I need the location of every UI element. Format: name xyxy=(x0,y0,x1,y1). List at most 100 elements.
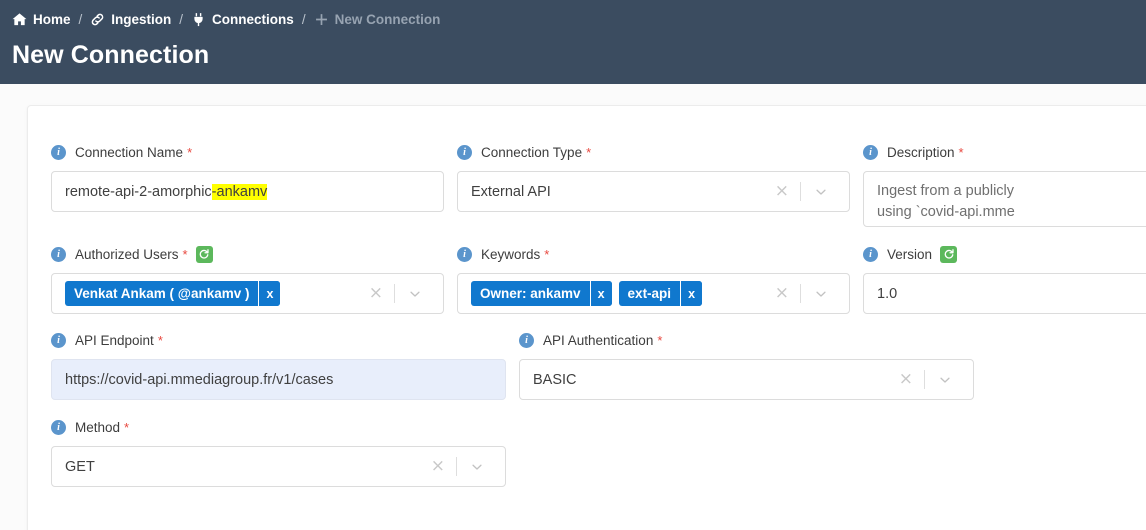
field-keywords: i Keywords * Owner: ankamv x ext-api x × xyxy=(457,245,850,314)
select-adornments: × xyxy=(764,182,849,201)
required-asterisk: * xyxy=(157,332,163,348)
chevron-down-icon[interactable] xyxy=(457,460,493,474)
clear-icon[interactable]: × xyxy=(888,371,924,388)
field-method: i Method * GET × xyxy=(51,418,506,487)
form-row-1: i Connection Name * remote-api-2-amorphi… xyxy=(28,143,1146,227)
connection-name-label-text: Connection Name xyxy=(75,144,184,160)
chevron-down-icon[interactable] xyxy=(801,287,837,301)
breadcrumb-item-connections-label: Connections xyxy=(212,11,294,27)
api-authentication-value: BASIC xyxy=(533,371,577,388)
breadcrumb: Home / Ingestion / Connections / New Con… xyxy=(0,6,1146,28)
new-connection-form-card: i Connection Name * remote-api-2-amorphi… xyxy=(27,105,1146,530)
version-label: i Version xyxy=(863,245,1146,263)
plug-icon xyxy=(191,12,206,27)
api-authentication-select[interactable]: BASIC × xyxy=(519,359,974,400)
breadcrumb-item-home-label: Home xyxy=(33,11,71,27)
chip[interactable]: Venkat Ankam ( @ankamv ) x xyxy=(65,281,281,306)
authorized-users-multiselect[interactable]: Venkat Ankam ( @ankamv ) x × xyxy=(51,273,444,314)
chevron-down-icon[interactable] xyxy=(395,287,431,301)
form-row-4: i Method * GET × xyxy=(28,418,1146,487)
info-icon[interactable]: i xyxy=(51,246,66,262)
info-icon[interactable]: i xyxy=(457,246,472,262)
api-endpoint-label-text: API Endpoint xyxy=(75,332,154,348)
app-header: Home / Ingestion / Connections / New Con… xyxy=(0,0,1146,84)
select-adornments: × xyxy=(764,284,849,303)
connection-name-value-highlighted: -ankamv xyxy=(211,183,268,200)
required-asterisk: * xyxy=(958,144,964,160)
field-api-authentication: i API Authentication * BASIC × xyxy=(519,331,974,400)
field-version: i Version 1.0 xyxy=(863,245,1146,314)
chip-remove-icon[interactable]: x xyxy=(680,281,703,306)
api-authentication-label-text: API Authentication xyxy=(543,332,654,348)
info-icon[interactable]: i xyxy=(519,332,534,348)
chip-label: Owner: ankamv xyxy=(480,286,581,301)
field-api-endpoint: i API Endpoint * https://covid-api.mmedi… xyxy=(51,331,506,400)
chip-label: Venkat Ankam ( @ankamv ) xyxy=(74,286,250,301)
select-adornments: × xyxy=(888,370,973,389)
connection-type-select[interactable]: External API × xyxy=(457,171,850,212)
clear-icon[interactable]: × xyxy=(358,285,394,302)
authorized-users-label: i Authorized Users * xyxy=(51,245,444,263)
keywords-label: i Keywords * xyxy=(457,245,850,263)
field-connection-name: i Connection Name * remote-api-2-amorphi… xyxy=(51,143,444,212)
api-endpoint-label: i API Endpoint * xyxy=(51,331,506,349)
chip-remove-icon[interactable]: x xyxy=(589,281,612,306)
breadcrumb-separator: / xyxy=(179,11,184,27)
description-label: i Description * xyxy=(863,143,1146,161)
info-icon[interactable]: i xyxy=(863,144,878,160)
breadcrumb-item-new-connection: New Connection xyxy=(314,11,441,27)
required-asterisk: * xyxy=(657,332,663,348)
keywords-chips: Owner: ankamv x ext-api x xyxy=(471,281,764,306)
breadcrumb-item-ingestion[interactable]: Ingestion xyxy=(90,12,171,27)
field-authorized-users: i Authorized Users * Venkat Ankam ( @ank… xyxy=(51,245,444,314)
connection-name-value-plain: remote-api-2-amorphic xyxy=(65,183,212,200)
connection-type-label-text: Connection Type xyxy=(481,144,583,160)
select-adornments: × xyxy=(358,284,443,303)
info-icon[interactable]: i xyxy=(457,144,472,160)
link-icon xyxy=(90,12,105,27)
info-icon[interactable]: i xyxy=(51,332,66,348)
connection-name-input[interactable]: remote-api-2-amorphic-ankamv xyxy=(51,171,444,212)
method-select[interactable]: GET × xyxy=(51,446,506,487)
info-icon[interactable]: i xyxy=(863,246,878,262)
description-label-text: Description xyxy=(887,144,955,160)
info-icon[interactable]: i xyxy=(51,419,66,435)
api-authentication-label: i API Authentication * xyxy=(519,331,974,349)
breadcrumb-item-connections[interactable]: Connections xyxy=(191,12,294,27)
description-line-1: Ingest from a publicly xyxy=(877,183,1015,199)
form-row-3: i API Endpoint * https://covid-api.mmedi… xyxy=(28,331,1146,400)
chip[interactable]: Owner: ankamv x xyxy=(471,281,612,306)
version-value: 1.0 xyxy=(877,285,898,302)
info-icon[interactable]: i xyxy=(51,144,66,160)
required-asterisk: * xyxy=(124,419,130,435)
method-label: i Method * xyxy=(51,418,506,436)
authorized-users-label-text: Authorized Users xyxy=(75,246,179,262)
version-label-text: Version xyxy=(887,246,933,262)
page-title: New Connection xyxy=(12,41,210,69)
clear-icon[interactable]: × xyxy=(764,285,800,302)
plus-icon xyxy=(314,12,329,27)
description-textarea[interactable]: Ingest from a publicly using `covid-api.… xyxy=(863,171,1146,227)
connection-type-label: i Connection Type * xyxy=(457,143,850,161)
keywords-multiselect[interactable]: Owner: ankamv x ext-api x × xyxy=(457,273,850,314)
api-endpoint-input[interactable]: https://covid-api.mmediagroup.fr/v1/case… xyxy=(51,359,506,400)
chip-remove-icon[interactable]: x xyxy=(258,281,281,306)
method-value: GET xyxy=(65,458,95,475)
required-asterisk: * xyxy=(182,246,188,262)
clear-icon[interactable]: × xyxy=(764,183,800,200)
chevron-down-icon[interactable] xyxy=(801,185,837,199)
keywords-label-text: Keywords xyxy=(481,246,541,262)
breadcrumb-item-new-connection-label: New Connection xyxy=(334,11,441,27)
field-description: i Description * Ingest from a publicly u… xyxy=(863,143,1146,227)
breadcrumb-item-home[interactable]: Home xyxy=(12,12,71,27)
clear-icon[interactable]: × xyxy=(420,458,456,475)
page-body: i Connection Name * remote-api-2-amorphi… xyxy=(0,84,1146,530)
refresh-icon[interactable] xyxy=(195,245,213,263)
chevron-down-icon[interactable] xyxy=(925,373,961,387)
refresh-icon[interactable] xyxy=(940,245,958,263)
chip[interactable]: ext-api x xyxy=(618,281,703,306)
breadcrumb-separator: / xyxy=(301,11,306,27)
version-input[interactable]: 1.0 xyxy=(863,273,1146,314)
breadcrumb-separator: / xyxy=(78,11,83,27)
required-asterisk: * xyxy=(586,144,592,160)
